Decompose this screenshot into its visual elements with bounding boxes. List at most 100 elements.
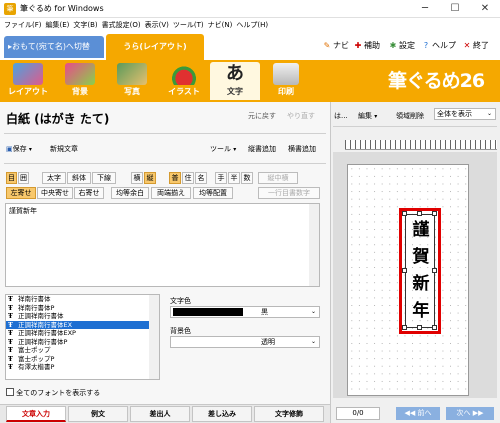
resize-handle[interactable] xyxy=(417,325,422,330)
name-button[interactable]: 名 xyxy=(195,172,207,184)
undo-button[interactable]: 元に戻す xyxy=(248,111,276,121)
exit-link[interactable]: ✕ 終了 xyxy=(462,40,489,52)
font-item[interactable]: Ŧ 正調祥南行書体 xyxy=(6,312,159,321)
half-button[interactable]: 半 xyxy=(228,172,240,184)
italic-button[interactable]: 斜体 xyxy=(67,172,91,184)
menu-file[interactable]: ファイル(F) xyxy=(0,18,42,32)
underline-button[interactable]: 下線 xyxy=(92,172,116,184)
navi-label: ナビ xyxy=(333,41,349,50)
ribbon-text-button[interactable]: あ 文字 xyxy=(210,62,260,100)
close-button[interactable]: ✕ xyxy=(470,0,500,18)
add-horizontal-button[interactable]: 横書追加 xyxy=(288,143,316,155)
tab-omote[interactable]: ▸おもて(宛て名)へ切替 xyxy=(4,36,104,58)
font-item[interactable]: Ŧ 有澤太楷書P xyxy=(6,363,159,372)
redo-button[interactable]: やり直す xyxy=(287,111,315,121)
truetype-icon: Ŧ xyxy=(8,303,13,312)
menu-tools[interactable]: ツール(T) xyxy=(169,18,204,32)
truetype-icon: Ŧ xyxy=(8,295,13,303)
edit-dropdown[interactable]: 編集 ▾ xyxy=(358,111,377,121)
format-box-button[interactable]: 目 xyxy=(6,172,17,184)
help-link[interactable]: ? ヘルプ xyxy=(421,40,456,52)
font-item[interactable]: Ŧ 正調祥南行書体P xyxy=(6,338,159,347)
settings-link[interactable]: ✱ 設定 xyxy=(388,40,415,52)
window-title: 筆ぐるめ for Windows xyxy=(20,4,104,13)
divider xyxy=(333,126,497,127)
bg-color-select[interactable]: 透明 ⌄ xyxy=(170,336,320,348)
area-delete-button[interactable]: 領域削除 xyxy=(396,111,424,121)
ribbon-illust-button[interactable]: イラスト xyxy=(160,62,208,100)
menu-edit[interactable]: 編集(E) xyxy=(42,18,70,32)
tab-sender[interactable]: 差出人 xyxy=(130,406,190,422)
bold-button[interactable]: 太字 xyxy=(42,172,66,184)
resize-handle[interactable] xyxy=(402,268,407,273)
resize-handle[interactable] xyxy=(432,211,437,216)
ribbon-background-button[interactable]: 背景 xyxy=(56,62,104,100)
tab-examples[interactable]: 例文 xyxy=(68,406,128,422)
first-line-number-button[interactable]: 一行目書数字 xyxy=(258,187,320,199)
truetype-icon: Ŧ xyxy=(8,363,13,371)
align-right-button[interactable]: 右寄せ xyxy=(74,187,104,199)
horizontal-button[interactable]: 横 xyxy=(131,172,143,184)
menu-text[interactable]: 文字(B) xyxy=(69,18,97,32)
tatechuyoko-button[interactable]: 縦中横 xyxy=(258,172,298,184)
help-assist-link[interactable]: ✚ 補助 xyxy=(353,40,380,52)
edit-label: 編集 xyxy=(358,112,372,120)
font-item[interactable]: Ŧ 祥南行書体P xyxy=(6,304,159,313)
minimize-button[interactable]: ─ xyxy=(410,0,440,18)
font-item[interactable]: Ŧ 富士ポップ xyxy=(6,346,159,355)
new-text-button[interactable]: 新規文章 xyxy=(50,143,78,155)
number-button[interactable]: 数 xyxy=(241,172,253,184)
tab-merge[interactable]: 差し込み xyxy=(192,406,252,422)
font-item-label: 正調祥南行書体EXP xyxy=(18,329,76,337)
tab-text-decoration[interactable]: 文字修飾 xyxy=(254,406,324,422)
text-input-area[interactable]: 謹賀新年 xyxy=(5,203,320,287)
add-vertical-button[interactable]: 縦書追加 xyxy=(248,143,276,155)
tab-text-input[interactable]: 文章入力 xyxy=(6,406,66,422)
resize-handle[interactable] xyxy=(402,211,407,216)
font-list[interactable]: Ŧ 祥南行書体 Ŧ 祥南行書体P Ŧ 正調祥南行書体 Ŧ 正調祥南行書体EX Ŧ 正調祥南… xyxy=(5,294,160,380)
navi-link[interactable]: ✎ ナビ xyxy=(322,40,349,52)
font-item-selected[interactable]: Ŧ 正調祥南行書体EX xyxy=(6,320,159,329)
resize-handle[interactable] xyxy=(402,325,407,330)
ha-label: は... xyxy=(334,112,348,120)
card-char: 賀 xyxy=(412,247,430,267)
gear-icon: ✱ xyxy=(389,41,397,50)
text-color-select[interactable]: 黒 ⌄ xyxy=(170,306,320,318)
equal-margin-button[interactable]: 均等余白 xyxy=(111,187,149,199)
justify-button[interactable]: 両端揃え xyxy=(151,187,191,199)
bg-color-value: 透明 xyxy=(261,338,275,346)
next-page-button[interactable]: 次へ ▶▶ xyxy=(446,407,494,420)
ribbon-print-button[interactable]: 印刷 xyxy=(262,62,310,100)
fontlist-scrollbar[interactable] xyxy=(149,295,159,379)
tab-ura[interactable]: うら(レイアウト) xyxy=(106,34,204,60)
hand-button[interactable]: 手 xyxy=(215,172,227,184)
resize-handle[interactable] xyxy=(432,325,437,330)
font-item[interactable]: Ŧ 正調祥南行書体EXP xyxy=(6,329,159,338)
ribbon-layout-button[interactable]: レイアウト xyxy=(4,62,52,100)
view-select[interactable]: 全体を表示 ⌄ xyxy=(434,108,496,120)
maximize-button[interactable]: ☐ xyxy=(440,0,470,18)
menu-navi[interactable]: ナビ(N) xyxy=(204,18,233,32)
save-button[interactable]: ▣保存 ▾ xyxy=(6,143,32,156)
distribute-button[interactable]: 均等配置 xyxy=(193,187,233,199)
align-left-button[interactable]: 左寄せ xyxy=(6,187,36,199)
format-enclose-button[interactable]: 囲 xyxy=(18,172,29,184)
photo-icon xyxy=(117,63,147,85)
tool-button[interactable]: ツール ▾ xyxy=(210,143,236,156)
textarea-scrollbar[interactable] xyxy=(309,204,319,286)
ribbon-photo-button[interactable]: 写真 xyxy=(108,62,156,100)
text-object[interactable]: 謹 賀 新 年 xyxy=(405,214,435,328)
resize-handle[interactable] xyxy=(432,268,437,273)
address-button[interactable]: 住 xyxy=(182,172,194,184)
menu-format[interactable]: 書式設定(O) xyxy=(98,18,141,32)
prev-page-button[interactable]: ◀◀ 前へ xyxy=(396,407,440,420)
align-center-button[interactable]: 中央寄せ xyxy=(37,187,73,199)
menu-view[interactable]: 表示(V) xyxy=(141,18,169,32)
resize-handle[interactable] xyxy=(417,211,422,216)
normal-button[interactable]: 普 xyxy=(169,172,181,184)
menu-help[interactable]: ヘルプ(H) xyxy=(232,18,268,32)
font-item[interactable]: Ŧ 祥南行書体 xyxy=(6,295,159,304)
font-item[interactable]: Ŧ 富士ポップP xyxy=(6,355,159,364)
vertical-button[interactable]: 縦 xyxy=(144,172,156,184)
show-all-fonts-checkbox[interactable]: 全てのフォントを表示する xyxy=(6,388,100,398)
